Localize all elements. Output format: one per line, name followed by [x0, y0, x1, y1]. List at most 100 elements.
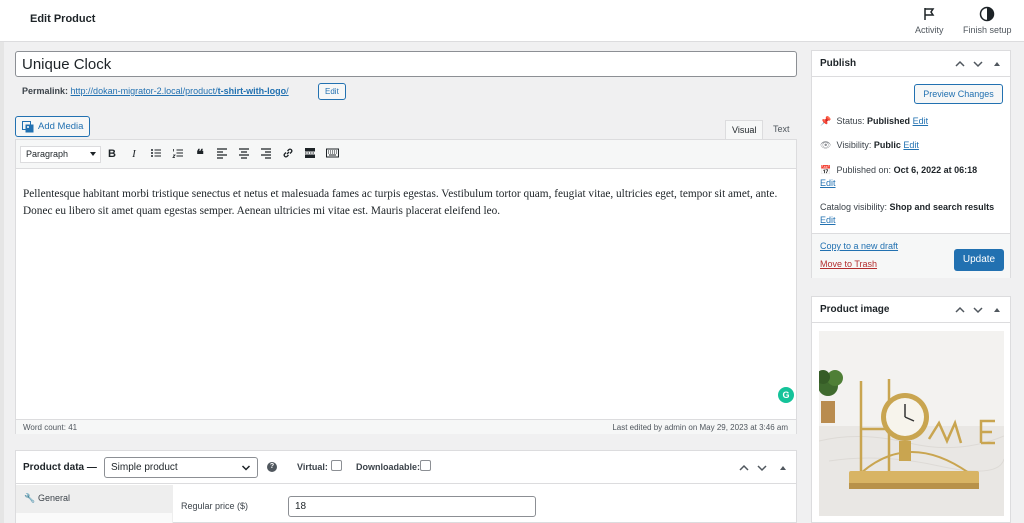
- align-left-icon: [217, 148, 227, 159]
- move-down-icon[interactable]: [756, 462, 768, 474]
- quote-icon: ❝: [196, 146, 204, 162]
- tab-visual[interactable]: Visual: [725, 120, 764, 139]
- format-select[interactable]: Paragraph: [20, 146, 101, 163]
- product-title-input[interactable]: [15, 51, 797, 77]
- visibility-value: Public: [873, 140, 901, 150]
- help-icon[interactable]: ?: [267, 462, 277, 472]
- product-type-value: Simple product: [111, 462, 178, 473]
- align-right-button[interactable]: [259, 147, 273, 161]
- preview-changes-button[interactable]: Preview Changes: [914, 84, 1003, 104]
- keyboard-icon: [325, 148, 339, 158]
- product-type-select[interactable]: Simple product: [104, 457, 258, 478]
- visibility-row: 👁 Visibility: Public Edit: [820, 140, 919, 151]
- product-image-header: Product image: [812, 297, 1010, 323]
- virtual-label: Virtual:: [297, 462, 328, 472]
- caret-down-icon: [90, 152, 96, 156]
- word-count: Word count: 41: [23, 423, 78, 432]
- publish-title: Publish: [820, 58, 857, 69]
- read-more-button[interactable]: [303, 147, 317, 161]
- read-more-icon: [305, 148, 315, 158]
- flag-icon: [924, 8, 935, 20]
- media-icon: [22, 121, 34, 133]
- publish-header: Publish: [812, 51, 1010, 77]
- pin-icon: 📌: [820, 116, 832, 126]
- permalink-slug: t-shirt-with-logo: [217, 86, 287, 96]
- move-up-icon[interactable]: [954, 304, 966, 316]
- toolbar-toggle-button[interactable]: [325, 147, 339, 161]
- tab-general[interactable]: 🔧 General: [16, 485, 173, 513]
- catalog-edit-link[interactable]: Edit: [820, 215, 836, 225]
- content-editor: Paragraph B I ❝ Pellentesque habitant mo…: [15, 139, 797, 434]
- product-image-box: Product image: [811, 296, 1011, 523]
- collapse-triangle-icon[interactable]: [992, 58, 1002, 70]
- tab-text[interactable]: Text: [767, 120, 796, 139]
- status-edit-link[interactable]: Edit: [913, 116, 929, 126]
- visibility-edit-link[interactable]: Edit: [903, 140, 919, 150]
- status-value: Published: [867, 116, 911, 126]
- last-edited: Last edited by admin on May 29, 2023 at …: [612, 423, 788, 432]
- status-label: Status:: [836, 116, 865, 126]
- permalink-edit-button[interactable]: Edit: [318, 83, 346, 100]
- align-center-button[interactable]: [237, 147, 251, 161]
- numbered-list-icon: [172, 149, 183, 158]
- tab-general-label: General: [38, 493, 71, 503]
- move-down-icon[interactable]: [972, 58, 984, 70]
- grammarly-icon[interactable]: G: [778, 387, 794, 403]
- half-circle-icon: [980, 6, 995, 22]
- downloadable-checkbox[interactable]: [420, 460, 431, 471]
- finish-setup-label: Finish setup: [963, 25, 1012, 35]
- regular-price-label: Regular price ($): [181, 501, 249, 511]
- product-data-title: Product data —: [23, 462, 97, 473]
- published-edit-link[interactable]: Edit: [820, 178, 836, 188]
- virtual-checkbox[interactable]: [331, 460, 342, 471]
- add-media-button[interactable]: Add Media: [15, 116, 90, 137]
- blockquote-button[interactable]: ❝: [193, 147, 207, 161]
- bullet-list-button[interactable]: [149, 147, 163, 161]
- catalog-value: Shop and search results: [889, 202, 995, 212]
- bold-icon: B: [108, 148, 116, 160]
- numbered-list-button[interactable]: [171, 147, 185, 161]
- product-image[interactable]: [819, 331, 1004, 516]
- collapse-triangle-icon[interactable]: [992, 304, 1002, 316]
- format-select-value: Paragraph: [26, 149, 69, 159]
- product-data-header: Product data — Simple product ? Virtual:…: [16, 451, 796, 484]
- page-title: Edit Product: [30, 13, 96, 25]
- move-up-icon[interactable]: [738, 462, 750, 474]
- status-row: 📌 Status: Published Edit: [820, 116, 928, 127]
- permalink-link[interactable]: http://dokan-migrator-2.local/product/t-…: [71, 86, 289, 96]
- bold-button[interactable]: B: [105, 147, 119, 161]
- editor-status-bar: Word count: 41 Last edited by admin on M…: [16, 419, 796, 434]
- copy-draft-link[interactable]: Copy to a new draft: [820, 241, 898, 251]
- insert-link-button[interactable]: [281, 147, 295, 161]
- permalink-trailing: /: [286, 86, 289, 96]
- activity-label: Activity: [915, 25, 944, 35]
- move-trash-link[interactable]: Move to Trash: [820, 259, 877, 269]
- clock-product-illustration: [819, 331, 1004, 516]
- update-button[interactable]: Update: [954, 249, 1004, 271]
- publish-box: Publish Preview Changes 📌 Status: Publis…: [811, 50, 1011, 278]
- link-icon: [283, 148, 293, 158]
- published-value: Oct 6, 2022 at 06:18: [893, 165, 978, 175]
- permalink-url: http://dokan-migrator-2.local/product/: [70, 86, 218, 96]
- permalink-label: Permalink:: [22, 86, 69, 96]
- activity-button[interactable]: Activity: [915, 6, 944, 35]
- product-data-tabs: 🔧 General: [16, 485, 173, 523]
- published-row: 📅 Published on: Oct 6, 2022 at 06:18 Edi…: [820, 164, 977, 190]
- finish-setup-button[interactable]: Finish setup: [963, 6, 1012, 35]
- align-right-icon: [261, 148, 271, 159]
- catalog-label: Catalog visibility:: [820, 202, 888, 212]
- permalink: Permalink: http://dokan-migrator-2.local…: [22, 86, 289, 96]
- bullet-list-icon: [151, 149, 161, 157]
- move-up-icon[interactable]: [954, 58, 966, 70]
- editor-content[interactable]: Pellentesque habitant morbi tristique se…: [23, 186, 788, 220]
- top-bar: Edit Product Activity Finish setup: [0, 0, 1024, 42]
- move-down-icon[interactable]: [972, 304, 984, 316]
- regular-price-input[interactable]: 18: [288, 496, 536, 517]
- product-image-title: Product image: [820, 304, 890, 315]
- chevron-down-icon: [241, 465, 251, 471]
- wrench-icon: 🔧: [24, 493, 36, 503]
- collapse-triangle-icon[interactable]: [778, 462, 788, 474]
- editor-toolbar: Paragraph B I ❝: [16, 140, 796, 169]
- align-left-button[interactable]: [215, 147, 229, 161]
- italic-button[interactable]: I: [127, 147, 141, 161]
